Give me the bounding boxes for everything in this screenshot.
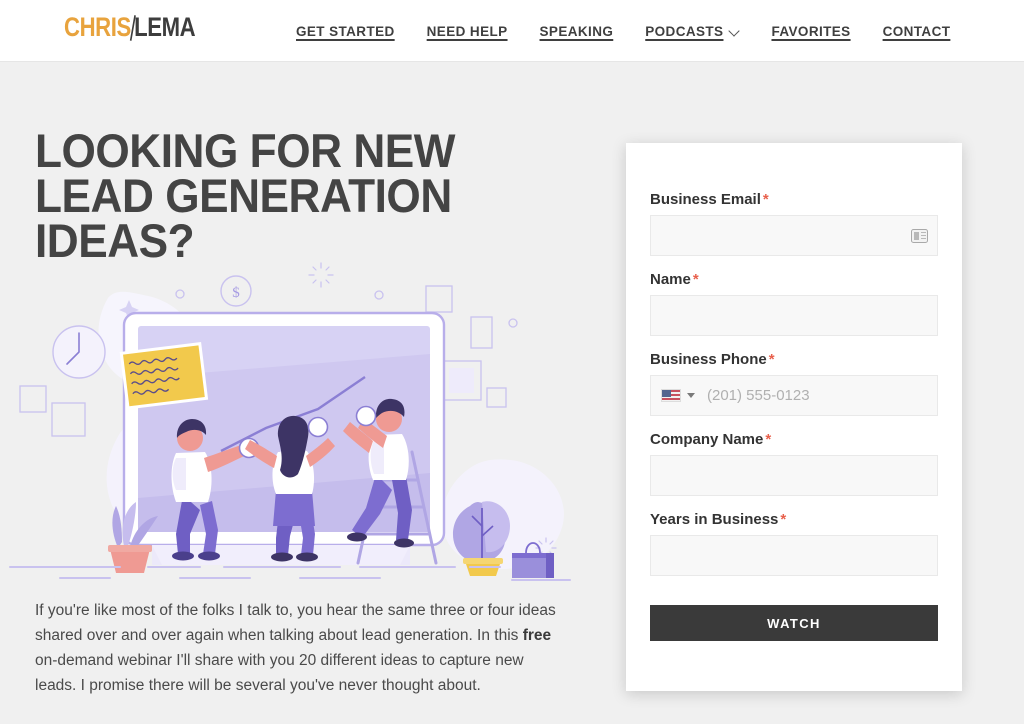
page-headline: LOOKING FOR NEW LEAD GENERATION IDEAS? (35, 124, 456, 268)
nav-item-podcasts[interactable]: PODCASTS (645, 24, 739, 39)
lead-capture-form: Business Email* Name* Business Phone* (626, 143, 962, 691)
required-indicator: * (768, 351, 775, 368)
nav-item-need-help[interactable]: NEED HELP (427, 24, 508, 39)
required-indicator: * (762, 191, 769, 208)
paragraph-bold-word: free (522, 627, 552, 645)
field-business-phone: Business Phone * (201) 555-0123 (650, 351, 938, 416)
hero-paragraph: If you're like most of the folks I talk … (35, 598, 565, 698)
nav-item-get-started[interactable]: GET STARTED (296, 24, 395, 39)
label-text: Business Email (650, 191, 761, 208)
us-flag-icon[interactable] (661, 389, 681, 402)
business-email-input-wrapper[interactable] (650, 215, 938, 256)
label-name: Name * (650, 271, 938, 288)
watch-submit-button[interactable]: WATCH (650, 605, 938, 641)
company-name-input-wrapper[interactable] (650, 455, 938, 496)
nav-label: FAVORITES (771, 23, 851, 39)
field-business-email: Business Email * (650, 191, 938, 256)
paragraph-text-part1: If you're like most of the folks I talk … (35, 602, 556, 645)
field-name: Name * (650, 271, 938, 336)
company-name-input[interactable] (661, 456, 927, 495)
site-logo[interactable]: CHRIS LEMA (64, 12, 196, 43)
label-text: Years in Business (650, 511, 779, 528)
chevron-down-icon (730, 27, 739, 36)
business-email-input[interactable] (661, 216, 927, 255)
flag-canton (662, 390, 671, 397)
name-input[interactable] (661, 296, 927, 335)
nav-label: NEED HELP (426, 23, 508, 39)
country-dropdown-caret-icon[interactable] (687, 393, 695, 398)
nav-item-contact[interactable]: CONTACT (883, 24, 951, 39)
site-header: CHRIS LEMA GET STARTED NEED HELP SPEAKING… (0, 0, 1024, 62)
nav-item-speaking[interactable]: SPEAKING (540, 24, 614, 39)
required-indicator: * (692, 271, 699, 288)
hero-illustration: $ (9, 262, 571, 581)
years-in-business-input[interactable] (661, 536, 927, 575)
label-text: Name (650, 271, 691, 288)
nav-label: GET STARTED (296, 23, 395, 39)
nav-label: CONTACT (882, 23, 951, 39)
label-text: Business Phone (650, 351, 767, 368)
svg-text:$: $ (232, 285, 240, 301)
label-years-in-business: Years in Business * (650, 511, 938, 528)
label-business-phone: Business Phone * (650, 351, 938, 368)
nav-item-favorites[interactable]: FAVORITES (771, 24, 850, 39)
landing-page: CHRIS LEMA GET STARTED NEED HELP SPEAKING… (0, 0, 1024, 724)
contact-card-autofill-icon[interactable] (911, 228, 928, 243)
main-navigation: GET STARTED NEED HELP SPEAKING PODCASTS … (296, 0, 950, 62)
logo-text-first: CHRIS (64, 12, 131, 42)
label-company-name: Company Name * (650, 431, 938, 448)
nav-label: PODCASTS (645, 23, 724, 39)
field-years-in-business: Years in Business * (650, 511, 938, 576)
name-input-wrapper[interactable] (650, 295, 938, 336)
business-phone-placeholder[interactable]: (201) 555-0123 (707, 387, 810, 404)
required-indicator: * (780, 511, 787, 528)
paragraph-text-part2: on-demand webinar I'll share with you 20… (35, 652, 524, 695)
years-in-business-input-wrapper[interactable] (650, 535, 938, 576)
business-phone-input-wrapper[interactable]: (201) 555-0123 (650, 375, 938, 416)
nav-label: SPEAKING (539, 23, 614, 39)
field-company-name: Company Name * (650, 431, 938, 496)
logo-text-second: LEMA (134, 12, 196, 42)
required-indicator: * (765, 431, 772, 448)
label-text: Company Name (650, 431, 764, 448)
label-business-email: Business Email * (650, 191, 938, 208)
